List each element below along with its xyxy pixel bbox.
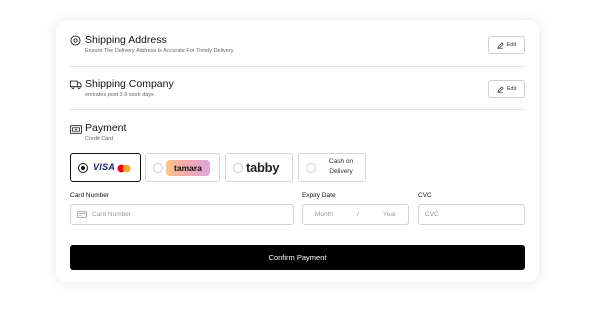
card-number-input[interactable]: Card Number [70,204,294,225]
payment-option-visa[interactable]: VISA [70,153,141,182]
radio-unselected[interactable] [233,163,243,173]
edit-label: Edit [506,86,517,92]
pencil-icon [497,41,504,49]
payment-section: Payment Credit Card [70,118,525,142]
pencil-icon [497,85,504,93]
cvc-input[interactable]: CVC [418,204,525,225]
payment-methods: VISA tamara tabby Cash on Delivery [70,153,390,182]
radio-selected[interactable] [78,163,88,173]
mastercard-icon [117,164,131,173]
payment-option-tamara[interactable]: tamara [145,153,220,182]
shipping-company-title: Shipping Company [85,78,174,90]
confirm-payment-button[interactable]: Confirm Payment [70,245,525,270]
cash-on-delivery-label: Cash on Delivery [328,158,354,175]
edit-shipping-address-button[interactable]: Edit [488,36,525,54]
radio-unselected[interactable] [153,163,163,173]
cvc-label: CVC [418,192,432,199]
edit-shipping-company-button[interactable]: Edit [488,80,525,98]
payment-title: Payment [85,122,127,134]
visa-logo: VISA [93,162,116,172]
tabby-logo: tabby [246,160,280,175]
shipping-company-subtitle: emirates post 3-5 work days [85,92,154,98]
payment-option-tabby[interactable]: tabby [225,153,293,182]
year-placeholder[interactable]: Year [383,211,396,218]
payment-option-cash-on-delivery[interactable]: Cash on Delivery [298,153,366,182]
payment-subtitle: Credit Card [85,136,114,142]
card-number-label: Card Number [70,192,110,199]
expiry-separator: / [357,211,359,218]
edit-label: Edit [506,42,517,48]
expiry-date-input[interactable]: Month / Year [302,204,409,225]
checkout-card: Shipping Address Ensure The Delivery Add… [56,20,539,282]
cvc-placeholder: CVC [425,211,439,218]
location-pin-icon [70,35,81,46]
divider [70,109,525,110]
shipping-address-title: Shipping Address [85,34,167,46]
month-placeholder[interactable]: Month [315,211,333,218]
expiry-date-label: Expiry Date [302,192,336,199]
card-number-placeholder: Card Number [92,211,132,218]
radio-unselected[interactable] [306,163,316,173]
credit-card-icon [77,211,87,218]
tamara-logo: tamara [166,160,210,176]
wallet-icon [70,125,82,134]
truck-icon [70,80,82,89]
shipping-company-section: Shipping Company emirates post 3-5 work … [70,74,525,110]
shipping-address-subtitle: Ensure The Delivery Address Is Accurate … [85,48,235,54]
divider [70,66,525,67]
shipping-address-section: Shipping Address Ensure The Delivery Add… [70,30,525,66]
